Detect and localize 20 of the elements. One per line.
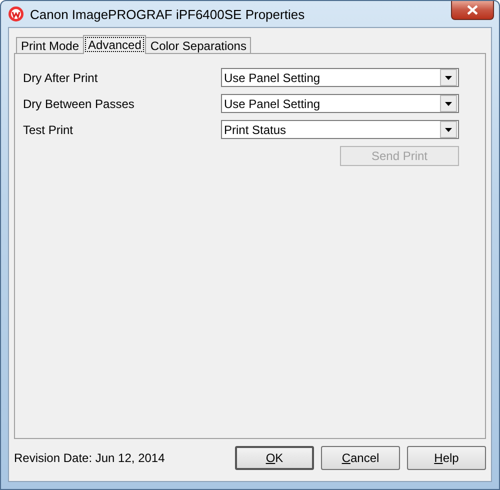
window-title: Canon ImagePROGRAF iPF6400SE Properties (30, 6, 305, 22)
dialog-button[interactable]: Help (407, 446, 486, 470)
tab[interactable]: Print Mode (16, 37, 84, 54)
setting-label: Dry Between Passes (23, 96, 134, 110)
revision-date: Revision Date: Jun 12, 2014 (14, 451, 166, 465)
dropdown[interactable]: Print Status (221, 120, 459, 139)
dropdown[interactable]: Use Panel Setting (221, 94, 459, 113)
dropdown-arrow-icon (445, 76, 452, 80)
tab[interactable]: Color Separations (145, 37, 252, 54)
close-icon (467, 5, 478, 15)
dropdown[interactable]: Use Panel Setting (221, 68, 459, 87)
setting-label: Dry After Print (23, 70, 98, 84)
dropdown-arrow-icon (445, 102, 452, 106)
setting-label: Test Print (23, 122, 74, 136)
app-logo-icon (8, 6, 24, 22)
dropdown-arrow-icon (445, 128, 452, 132)
dialog-button[interactable]: Cancel (321, 446, 400, 470)
dialog-button[interactable]: OK (235, 446, 314, 470)
close-button[interactable] (451, 1, 494, 20)
tab[interactable]: Advanced (83, 35, 146, 54)
